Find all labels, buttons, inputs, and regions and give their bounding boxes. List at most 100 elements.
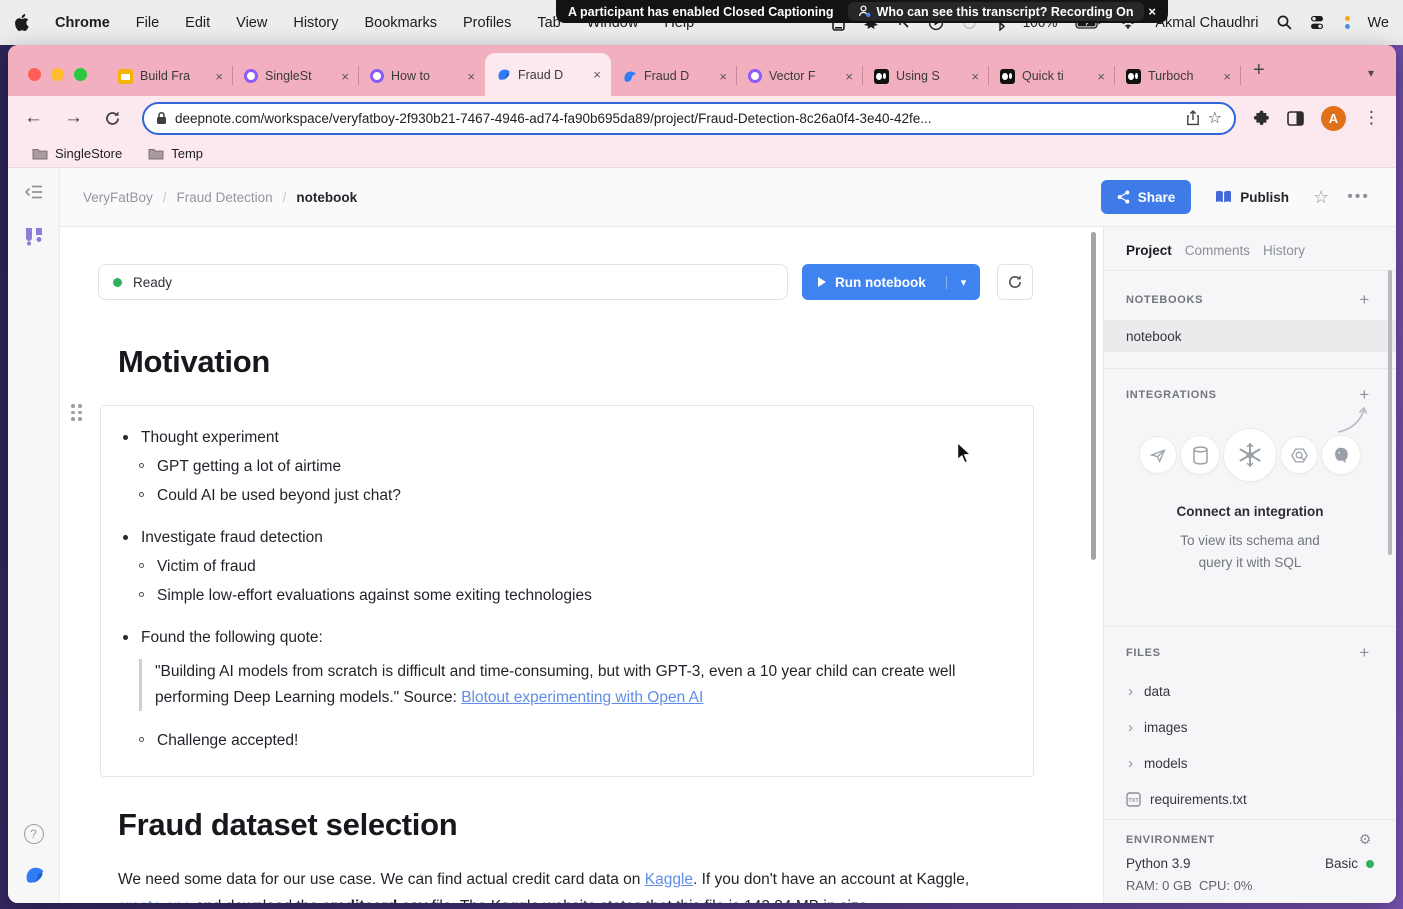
- reload-button[interactable]: [104, 110, 121, 127]
- paper-plane-integration-icon[interactable]: [1139, 436, 1177, 474]
- menu-item-file[interactable]: File: [136, 15, 159, 31]
- quote-source-link[interactable]: Blotout experimenting with Open AI: [461, 689, 703, 706]
- address-bar[interactable]: deepnote.com/workspace/veryfatboy-2f930b…: [142, 102, 1236, 135]
- add-file-button[interactable]: +: [1359, 643, 1370, 663]
- folder-row-models[interactable]: ›models: [1104, 745, 1396, 781]
- folder-row-images[interactable]: ›images: [1104, 709, 1396, 745]
- transcript-notice[interactable]: Who can see this transcript? Recording O…: [848, 2, 1144, 21]
- menu-item-view[interactable]: View: [236, 15, 267, 31]
- menu-item-history[interactable]: History: [293, 15, 338, 31]
- menu-item-profiles[interactable]: Profiles: [463, 15, 511, 31]
- breadcrumb-notebook[interactable]: notebook: [296, 190, 357, 205]
- file-row-requirements[interactable]: TXT requirements.txt: [1104, 781, 1396, 817]
- tab-close-icon[interactable]: ×: [465, 69, 477, 84]
- snowflake-integration-icon[interactable]: [1223, 428, 1277, 482]
- close-window-button[interactable]: [28, 68, 41, 81]
- notebook-list-item-selected[interactable]: notebook: [1104, 320, 1396, 352]
- environment-settings-icon[interactable]: ⚙: [1359, 831, 1372, 848]
- tab-search-chevron-icon[interactable]: ▾: [1368, 66, 1374, 80]
- tab-comments[interactable]: Comments: [1185, 243, 1250, 258]
- logged-in-user[interactable]: Akmal Chaudhri: [1155, 15, 1258, 31]
- forward-button[interactable]: →: [64, 107, 83, 129]
- tab-close-icon[interactable]: ×: [339, 69, 351, 84]
- publish-button[interactable]: Publish: [1209, 190, 1295, 205]
- kaggle-link[interactable]: Kaggle: [645, 871, 693, 888]
- heading-fraud-dataset: Fraud dataset selection: [118, 807, 1103, 843]
- run-notebook-button[interactable]: Run notebook ▾: [802, 264, 980, 300]
- apple-logo-icon[interactable]: [14, 14, 29, 31]
- chrome-menu-icon[interactable]: ⋮: [1363, 108, 1380, 128]
- tab-close-icon[interactable]: ×: [213, 69, 225, 84]
- browser-tab[interactable]: SingleSt×: [233, 56, 359, 96]
- chevron-right-icon[interactable]: ›: [1128, 719, 1133, 736]
- list-item: Could AI be used beyond just chat?: [139, 481, 1007, 510]
- tab-history[interactable]: History: [1263, 243, 1305, 258]
- collapse-sidebar-icon[interactable]: [24, 184, 44, 205]
- maximize-window-button[interactable]: [74, 68, 87, 81]
- side-panel-icon[interactable]: [1287, 111, 1304, 126]
- folder-icon: [148, 147, 164, 160]
- tab-close-icon[interactable]: ×: [1095, 69, 1107, 84]
- favorite-star-icon[interactable]: ☆: [1313, 187, 1329, 208]
- restart-machine-button[interactable]: [997, 264, 1033, 300]
- browser-tab[interactable]: Vector F×: [737, 56, 863, 96]
- chevron-right-icon[interactable]: ›: [1128, 755, 1133, 772]
- sidebar-scrollbar[interactable]: [1388, 270, 1392, 555]
- browser-tab[interactable]: Using S×: [863, 56, 989, 96]
- minimize-window-button[interactable]: [51, 68, 64, 81]
- share-button[interactable]: Share: [1101, 180, 1192, 214]
- tab-close-icon[interactable]: ×: [717, 69, 729, 84]
- content-scrollbar[interactable]: [1091, 232, 1096, 560]
- spotlight-search-icon[interactable]: [1277, 15, 1292, 30]
- breadcrumb-workspace[interactable]: VeryFatBoy: [83, 190, 153, 205]
- extensions-icon[interactable]: [1253, 110, 1270, 127]
- add-notebook-button[interactable]: +: [1359, 290, 1370, 310]
- create-account-link[interactable]: create one: [118, 898, 191, 904]
- tab-close-icon[interactable]: ×: [591, 67, 603, 82]
- menu-item-bookmarks[interactable]: Bookmarks: [364, 15, 437, 31]
- svg-text:TXT: TXT: [1128, 798, 1139, 804]
- machine-status-dot: [1366, 860, 1374, 868]
- lock-icon[interactable]: [156, 111, 167, 125]
- share-page-icon[interactable]: [1186, 110, 1200, 126]
- breadcrumb-project[interactable]: Fraud Detection: [177, 190, 273, 205]
- menu-item-edit[interactable]: Edit: [185, 15, 210, 31]
- help-icon[interactable]: ?: [24, 824, 44, 844]
- tab-close-icon[interactable]: ×: [843, 69, 855, 84]
- window-controls[interactable]: [28, 68, 87, 81]
- url-text[interactable]: deepnote.com/workspace/veryfatboy-2f930b…: [175, 111, 1178, 126]
- control-center-icon[interactable]: [1310, 15, 1327, 30]
- bookmark-folder[interactable]: SingleStore: [32, 146, 122, 161]
- bookmark-folder[interactable]: Temp: [148, 146, 203, 161]
- browser-tab[interactable]: Fraud D×: [611, 56, 737, 96]
- bigquery-integration-icon[interactable]: [1280, 436, 1318, 474]
- menu-item-chrome[interactable]: Chrome: [55, 15, 110, 31]
- bookmark-star-icon[interactable]: ☆: [1208, 108, 1222, 128]
- heading-motivation: Motivation: [118, 344, 1103, 380]
- integration-icons-row: [1104, 428, 1396, 482]
- browser-tab[interactable]: Turboch×: [1115, 56, 1241, 96]
- tab-close-icon[interactable]: ×: [1221, 69, 1233, 84]
- more-options-icon[interactable]: •••: [1347, 188, 1370, 206]
- profile-avatar[interactable]: A: [1321, 106, 1346, 131]
- tab-project[interactable]: Project: [1126, 243, 1172, 258]
- browser-tab[interactable]: Build Fra×: [107, 56, 233, 96]
- new-tab-button[interactable]: +: [1253, 59, 1265, 82]
- browser-tab-active[interactable]: Fraud D×: [485, 53, 611, 96]
- status-green-dot: [113, 278, 122, 287]
- singlestore-favicon: [748, 69, 762, 83]
- browser-tab[interactable]: How to×: [359, 56, 485, 96]
- redshift-integration-icon[interactable]: [1180, 435, 1220, 475]
- back-button[interactable]: ←: [24, 107, 43, 129]
- banner-close-icon[interactable]: ×: [1148, 4, 1156, 19]
- folder-row-data[interactable]: ›data: [1104, 673, 1396, 709]
- markdown-cell[interactable]: Thought experiment GPT getting a lot of …: [100, 405, 1034, 777]
- workspace-logo-icon[interactable]: [23, 225, 45, 252]
- machine-status[interactable]: Ready: [98, 264, 788, 300]
- tab-close-icon[interactable]: ×: [969, 69, 981, 84]
- postgresql-integration-icon[interactable]: [1321, 435, 1361, 475]
- drag-handle[interactable]: [71, 404, 82, 421]
- run-options-chevron-icon[interactable]: ▾: [946, 276, 980, 289]
- browser-tab[interactable]: Quick ti×: [989, 56, 1115, 96]
- chevron-right-icon[interactable]: ›: [1128, 683, 1133, 700]
